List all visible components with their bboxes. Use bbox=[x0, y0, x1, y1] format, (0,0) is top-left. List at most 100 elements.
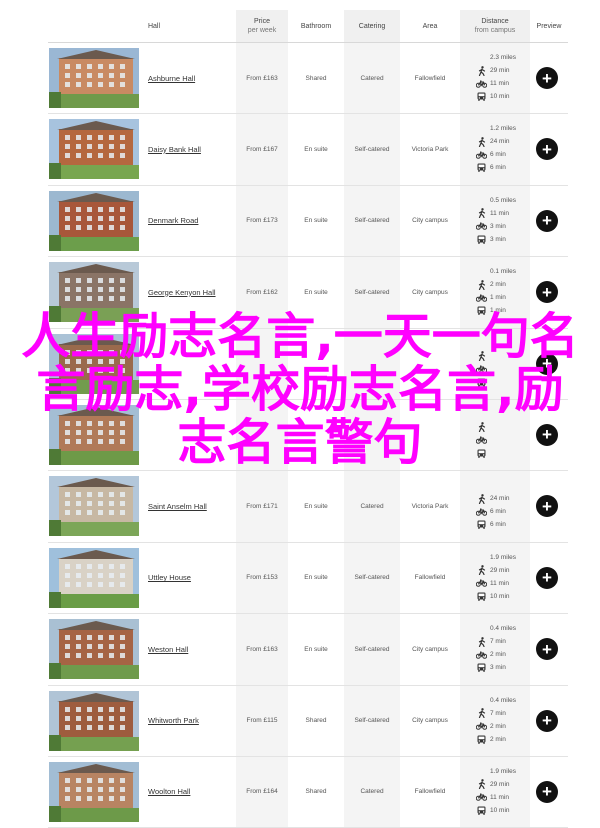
bus-icon bbox=[476, 449, 487, 458]
price-cell: From £163 bbox=[246, 645, 278, 653]
preview-plus-icon[interactable]: + bbox=[536, 638, 558, 661]
hall-name-link[interactable]: Woolton Hall bbox=[148, 757, 190, 827]
header-price: Price per week bbox=[236, 10, 288, 42]
walking-person-icon bbox=[476, 136, 487, 147]
bicycle-icon bbox=[476, 651, 487, 659]
bicycle-icon bbox=[476, 793, 487, 802]
walk-time: 11 min bbox=[476, 207, 536, 220]
price-cell: From £153 bbox=[246, 574, 278, 582]
catering-cell: Self-catered bbox=[354, 717, 390, 725]
bicycle-icon bbox=[476, 436, 487, 445]
hall-name-link[interactable]: Uttley House bbox=[148, 543, 191, 613]
hall-photo[interactable] bbox=[49, 547, 139, 608]
hall-name-link[interactable]: George Kenyon Hall bbox=[148, 257, 216, 327]
walk-time: 29 min bbox=[476, 564, 536, 577]
bus-time: 10 min bbox=[476, 804, 536, 817]
hall-photo[interactable] bbox=[49, 190, 139, 251]
hall-photo[interactable] bbox=[49, 48, 139, 108]
area-cell: Victoria Park bbox=[411, 502, 449, 510]
hall-photo[interactable] bbox=[49, 619, 139, 680]
preview-plus-icon[interactable]: + bbox=[536, 709, 558, 732]
header-preview: Preview bbox=[536, 22, 562, 30]
bathroom-cell: Shared bbox=[305, 788, 327, 796]
table-row: Whitworth Park From £115 Shared Self-cat… bbox=[48, 685, 568, 757]
area-cell bbox=[400, 400, 460, 470]
walking-person-icon bbox=[476, 493, 487, 504]
table-row: Denmark Road From £173 En suite Self-cat… bbox=[48, 185, 568, 258]
walk-time: 7 min bbox=[476, 707, 536, 720]
bike-time: 1 min bbox=[476, 291, 536, 304]
distance-miles: 0.5 miles bbox=[490, 196, 517, 204]
bus-time: 10 min bbox=[476, 590, 536, 603]
preview-plus-icon[interactable]: + bbox=[536, 209, 558, 232]
price-cell: From £162 bbox=[246, 288, 278, 296]
bus-icon bbox=[476, 520, 487, 530]
walk-time: 7 min bbox=[476, 635, 536, 648]
header-price-line2: per week bbox=[247, 27, 277, 34]
bike-time: 6 min bbox=[476, 505, 536, 518]
header-distance-line2: from campus bbox=[474, 27, 516, 34]
distance-cell bbox=[476, 408, 536, 460]
hall-photo[interactable] bbox=[49, 476, 139, 537]
walk-time: 29 min bbox=[476, 64, 536, 77]
hall-photo[interactable] bbox=[49, 404, 139, 465]
price-cell: From £173 bbox=[246, 217, 278, 225]
catering-cell: Self-catered bbox=[354, 574, 390, 582]
preview-plus-icon[interactable]: + bbox=[536, 281, 558, 304]
walking-person-icon bbox=[476, 779, 487, 790]
hall-name-link[interactable]: Whitworth Park bbox=[148, 686, 199, 756]
catering-cell: Catered bbox=[360, 74, 384, 82]
table-row: Daisy Bank Hall From £167 En suite Self-… bbox=[48, 114, 568, 186]
hall-photo[interactable] bbox=[49, 262, 139, 323]
distance-cell: 0.5 miles 11 min 3 min 3 min bbox=[476, 194, 536, 246]
preview-plus-icon[interactable]: + bbox=[536, 423, 558, 446]
hall-photo[interactable] bbox=[49, 333, 139, 394]
bike-time bbox=[476, 363, 536, 376]
table-row: Woolton Hall From £164 Shared Catered Fa… bbox=[48, 756, 568, 828]
bus-icon bbox=[476, 806, 487, 815]
price-cell: From £164 bbox=[246, 788, 278, 796]
bus-time bbox=[476, 376, 536, 389]
walking-person-icon bbox=[476, 636, 487, 647]
distance-miles: 0.4 miles bbox=[490, 625, 517, 633]
preview-plus-icon[interactable]: + bbox=[536, 566, 558, 589]
bus-time: 10 min bbox=[476, 90, 536, 103]
bike-time: 11 min bbox=[476, 577, 536, 590]
hall-photo[interactable] bbox=[49, 690, 139, 751]
area-cell: Fallowfield bbox=[414, 74, 446, 82]
bus-icon bbox=[476, 592, 487, 601]
walking-person-icon bbox=[476, 208, 487, 219]
bike-time: 11 min bbox=[476, 77, 536, 90]
area-cell: Fallowfield bbox=[414, 574, 446, 582]
preview-plus-icon[interactable]: + bbox=[536, 352, 558, 375]
hall-photo[interactable] bbox=[49, 119, 139, 180]
bus-time: 2 min bbox=[476, 733, 536, 746]
preview-plus-icon[interactable]: + bbox=[536, 138, 558, 161]
bathroom-cell: En suite bbox=[304, 502, 328, 510]
walk-time: 24 min bbox=[476, 492, 536, 505]
hall-name-link[interactable]: Denmark Road bbox=[148, 186, 198, 256]
area-cell: City campus bbox=[412, 288, 448, 296]
bathroom-cell: Shared bbox=[305, 717, 327, 725]
bike-time: 2 min bbox=[476, 720, 536, 733]
preview-plus-icon[interactable]: + bbox=[536, 495, 558, 518]
hall-name-link[interactable]: Weston Hall bbox=[148, 614, 188, 684]
table-row: Weston Hall From £163 En suite Self-cate… bbox=[48, 614, 568, 686]
hall-name-link[interactable]: Ashburne Hall bbox=[148, 43, 195, 113]
bus-time: 3 min bbox=[476, 233, 536, 246]
price-cell bbox=[236, 329, 288, 399]
table-row: + bbox=[48, 399, 568, 472]
bus-icon bbox=[476, 92, 487, 101]
distance-miles: 1.9 miles bbox=[490, 553, 517, 561]
hall-photo[interactable] bbox=[49, 761, 139, 822]
distance-miles: 0.1 miles bbox=[490, 268, 517, 276]
walking-person-icon bbox=[476, 65, 487, 76]
bathroom-cell: Shared bbox=[305, 74, 327, 82]
catering-cell: Catered bbox=[360, 502, 384, 510]
preview-plus-icon[interactable]: + bbox=[536, 67, 558, 89]
preview-plus-icon[interactable]: + bbox=[536, 780, 558, 803]
hall-name-link[interactable]: Daisy Bank Hall bbox=[148, 114, 201, 184]
hall-name-link[interactable]: Saint Anselm Hall bbox=[148, 471, 207, 541]
table-header: Hall Price per week Bathroom Catering Are… bbox=[48, 10, 568, 43]
table-body: Ashburne Hall From £163 Shared Catered F… bbox=[48, 43, 568, 828]
